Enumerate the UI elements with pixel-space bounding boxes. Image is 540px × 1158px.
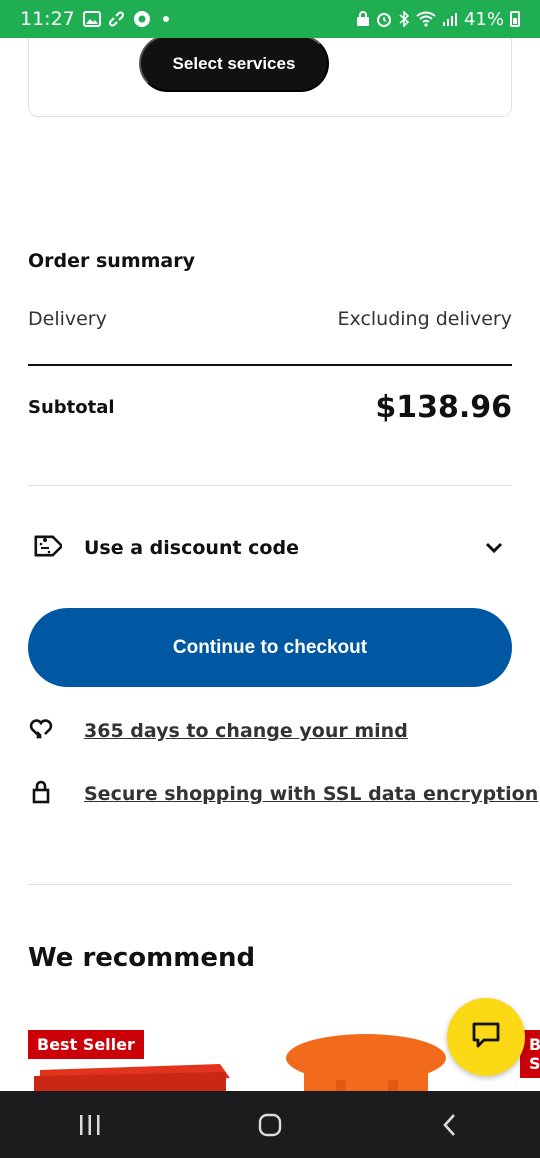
chevron-down-icon[interactable] [476,541,512,555]
change-mind-link[interactable]: 365 days to change your mind [84,720,408,742]
change-mind-row: 365 days to change your mind [28,716,408,746]
we-recommend-title: We recommend [28,943,256,973]
alarm-icon [376,11,392,27]
wifi-icon [416,11,436,27]
recent-apps-icon [80,1114,100,1135]
delivery-row: Delivery Excluding delivery [28,308,512,330]
discount-label: Use a discount code [84,537,299,559]
battery-percent: 41% [463,8,504,30]
recent-apps-button[interactable] [60,1100,120,1150]
battery-icon [510,11,520,27]
gallery-icon [82,11,101,27]
link-icon [108,10,125,28]
status-time: 11:27 [20,8,75,30]
back-button[interactable] [420,1100,480,1150]
system-navigation-bar [0,1091,540,1158]
delivery-value: Excluding delivery [337,308,512,330]
divider [28,485,512,486]
lock-notification-icon [356,11,370,27]
delivery-label: Delivery [28,308,107,330]
lock-icon [28,779,54,809]
summary-divider [28,364,512,366]
signal-icon [442,11,458,27]
chat-bubble-icon [471,1021,501,1053]
secure-shopping-row: Secure shopping with SSL data encryption [28,779,538,809]
bluetooth-icon [398,11,410,27]
chrome-icon [133,10,151,28]
home-icon [258,1113,282,1136]
status-bar: 11:27 41% [0,0,540,38]
order-summary-title: Order summary [28,250,196,272]
orange-stool-image[interactable] [284,1030,454,1092]
red-table-image[interactable] [30,1056,240,1092]
back-icon [443,1113,455,1136]
subtotal-value: $138.96 [375,390,512,425]
select-services-button[interactable]: Select services [139,35,329,92]
subtotal-row: Subtotal $138.96 [28,390,512,425]
heart-return-icon [28,716,54,746]
continue-to-checkout-button[interactable]: Continue to checkout [28,608,512,687]
home-button[interactable] [240,1100,300,1150]
chat-button[interactable] [447,998,525,1076]
notification-dot-icon [162,16,169,22]
divider [28,884,512,885]
secure-shopping-link[interactable]: Secure shopping with SSL data encryption [84,783,538,805]
best-seller-badge: Best Seller [28,1030,144,1059]
subtotal-label: Subtotal [28,397,115,418]
discount-code-toggle[interactable]: Use a discount code [28,528,512,568]
discount-tag-icon [28,529,64,567]
